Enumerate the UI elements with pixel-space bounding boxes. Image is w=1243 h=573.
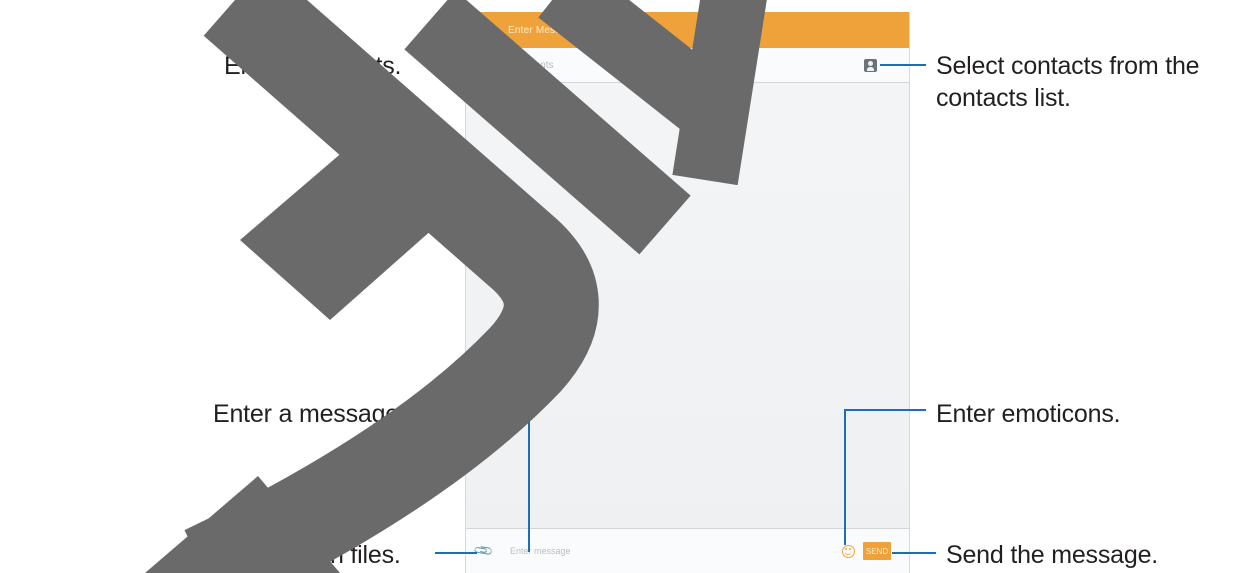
recipients-input[interactable] (484, 55, 864, 75)
contacts-icon[interactable] (864, 58, 877, 72)
recipients-row (466, 48, 909, 83)
message-input[interactable] (510, 541, 842, 561)
callout-enter-message: Enter a message. (213, 400, 406, 428)
leader-line-emoticons-v (844, 409, 846, 545)
callout-enter-emoticons: Enter emoticons. (936, 400, 1121, 428)
paperclip-icon[interactable]: 📎 (473, 540, 496, 563)
leader-line-recipients (437, 64, 483, 66)
send-button[interactable]: SEND (863, 542, 891, 560)
conversation-area (466, 83, 909, 529)
leader-line-message-v (528, 409, 530, 552)
app-bar: ← Enter Message (466, 12, 909, 48)
callout-attach-files: Attach files. (274, 541, 401, 569)
callout-select-contacts: Select contacts from the contacts list. (936, 52, 1200, 112)
emoticon-icon[interactable] (842, 544, 855, 558)
callout-send-message: Send the message. (946, 541, 1159, 569)
leader-line-attach (435, 552, 477, 554)
leader-line-emoticons-h (844, 409, 926, 411)
leader-line-contacts (880, 64, 926, 66)
help-illustration: ← Enter Message 📎 SEND Enter recipients.… (0, 0, 1243, 573)
leader-line-send (892, 552, 936, 554)
watermark-mid-fill (240, 120, 460, 320)
callout-enter-recipients: Enter recipients. (224, 52, 402, 80)
compose-bar: 📎 SEND (466, 528, 909, 573)
back-arrow-icon[interactable]: ← (474, 18, 498, 42)
screen-title: Enter Message (508, 24, 578, 36)
leader-line-message-h (426, 409, 530, 411)
